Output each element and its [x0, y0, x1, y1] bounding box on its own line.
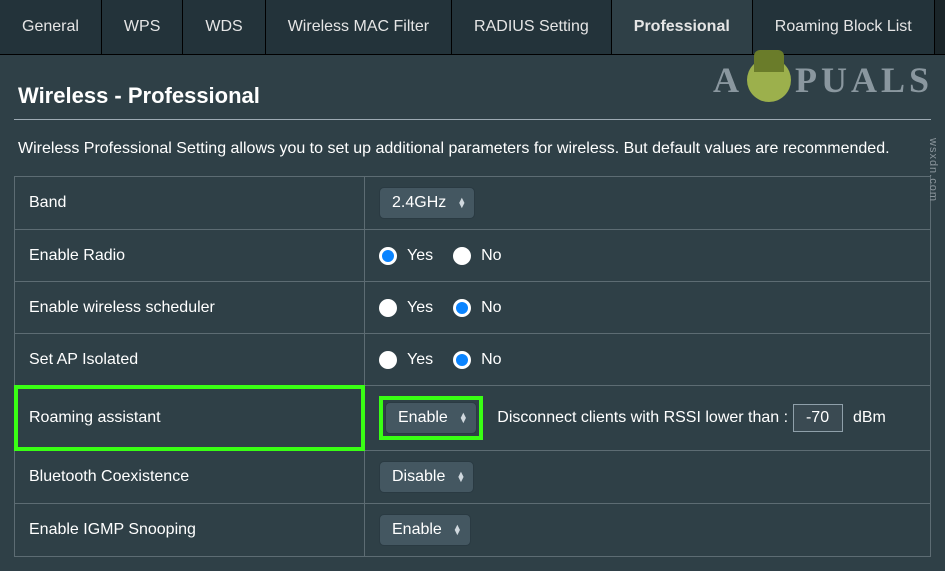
- roaming-label-cell: Roaming assistant: [15, 386, 365, 451]
- roaming-rssi-text: Disconnect clients with RSSI lower than …: [497, 409, 788, 426]
- enable-radio-no[interactable]: [453, 247, 471, 265]
- title-divider: [14, 119, 931, 120]
- roaming-select[interactable]: Enable ▲▼: [385, 402, 477, 434]
- igmp-select-value: Enable: [392, 521, 442, 538]
- enable-scheduler-yes[interactable]: [379, 299, 397, 317]
- enable-scheduler-no[interactable]: [453, 299, 471, 317]
- enable-scheduler-no-label: No: [481, 299, 501, 317]
- row-band: Band 2.4GHz ▲▼: [15, 177, 931, 230]
- row-bluetooth: Bluetooth Coexistence Disable ▲▼: [15, 451, 931, 504]
- row-roaming-assistant: Roaming assistant Enable ▲▼ Disconnect c…: [15, 386, 931, 451]
- roaming-rssi-unit: dBm: [853, 409, 886, 426]
- row-ap-isolated: Set AP Isolated Yes No: [15, 334, 931, 386]
- bluetooth-select-value: Disable: [392, 468, 445, 485]
- igmp-label: Enable IGMP Snooping: [15, 504, 365, 557]
- row-enable-scheduler: Enable wireless scheduler Yes No: [15, 282, 931, 334]
- enable-radio-yes-label: Yes: [407, 247, 433, 265]
- enable-scheduler-yes-label: Yes: [407, 299, 433, 317]
- ap-isolated-yes[interactable]: [379, 351, 397, 369]
- ap-isolated-yes-label: Yes: [407, 351, 433, 369]
- chevron-updown-icon: ▲▼: [459, 413, 468, 423]
- chevron-updown-icon: ▲▼: [456, 472, 465, 482]
- igmp-select[interactable]: Enable ▲▼: [379, 514, 471, 546]
- source-mark: wsxdn.com: [927, 138, 939, 202]
- enable-radio-label: Enable Radio: [15, 230, 365, 282]
- content-panel: Wireless - Professional Wireless Profess…: [0, 55, 945, 571]
- band-select-value: 2.4GHz: [392, 194, 446, 211]
- roaming-select-value: Enable: [398, 409, 448, 426]
- chevron-updown-icon: ▲▼: [453, 525, 462, 535]
- ap-isolated-no[interactable]: [453, 351, 471, 369]
- tab-wps[interactable]: WPS: [102, 0, 183, 54]
- tab-general[interactable]: General: [0, 0, 102, 54]
- tab-wds[interactable]: WDS: [183, 0, 265, 54]
- page-description: Wireless Professional Setting allows you…: [14, 140, 931, 158]
- tab-bar: General WPS WDS Wireless MAC Filter RADI…: [0, 0, 945, 55]
- settings-table: Band 2.4GHz ▲▼ Enable Radio Yes No Enabl…: [14, 176, 931, 557]
- chevron-updown-icon: ▲▼: [457, 198, 466, 208]
- enable-scheduler-label: Enable wireless scheduler: [15, 282, 365, 334]
- ap-isolated-no-label: No: [481, 351, 501, 369]
- band-select[interactable]: 2.4GHz ▲▼: [379, 187, 475, 219]
- bluetooth-select[interactable]: Disable ▲▼: [379, 461, 474, 493]
- bluetooth-label: Bluetooth Coexistence: [15, 451, 365, 504]
- enable-radio-no-label: No: [481, 247, 501, 265]
- row-enable-radio: Enable Radio Yes No: [15, 230, 931, 282]
- band-label: Band: [15, 177, 365, 230]
- tab-radius[interactable]: RADIUS Setting: [452, 0, 612, 54]
- tab-roaming-block[interactable]: Roaming Block List: [753, 0, 935, 54]
- row-igmp: Enable IGMP Snooping Enable ▲▼: [15, 504, 931, 557]
- tab-mac-filter[interactable]: Wireless MAC Filter: [266, 0, 452, 54]
- roaming-rssi-input[interactable]: [793, 404, 843, 432]
- tab-professional[interactable]: Professional: [612, 0, 753, 54]
- highlight-box-select: Enable ▲▼: [379, 396, 483, 440]
- roaming-label: Roaming assistant: [29, 409, 161, 426]
- enable-radio-yes[interactable]: [379, 247, 397, 265]
- page-title: Wireless - Professional: [14, 83, 931, 109]
- ap-isolated-label: Set AP Isolated: [15, 334, 365, 386]
